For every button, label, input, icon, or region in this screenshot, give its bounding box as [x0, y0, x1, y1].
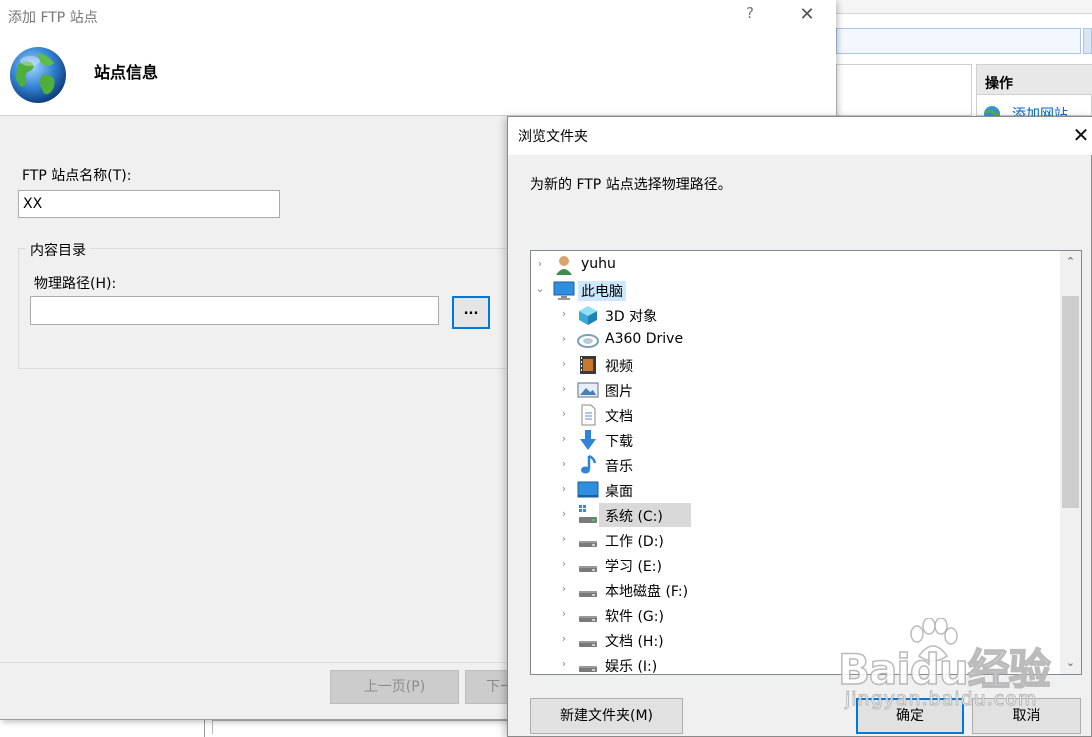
tree-item-label: 视频 — [605, 359, 633, 375]
tree-item[interactable]: › 系统 (C:) — [531, 503, 1059, 527]
previous-page-button[interactable]: 上一页(P) — [330, 670, 459, 704]
chevron-right-icon[interactable]: › — [559, 331, 569, 347]
drive-icon — [577, 654, 599, 674]
tree-item-label: 学习 (E:) — [605, 559, 662, 575]
globe-icon — [8, 45, 68, 105]
wizard-header — [0, 0, 836, 116]
drive-icon — [577, 629, 599, 651]
tree-item-label: 文档 (H:) — [605, 634, 664, 650]
tree-item-label: 下载 — [605, 434, 633, 450]
tree-item-label: 软件 (G:) — [605, 609, 664, 625]
drive-icon — [577, 604, 599, 626]
tree-item[interactable]: › 下载 — [531, 428, 1059, 452]
a360-drive-icon — [577, 329, 599, 351]
chevron-right-icon[interactable]: › — [559, 581, 569, 597]
chevron-right-icon[interactable]: › — [559, 531, 569, 547]
tree-item[interactable]: › 学习 (E:) — [531, 553, 1059, 577]
tree-item-label: 图片 — [605, 384, 633, 400]
chevron-right-icon[interactable]: › — [559, 306, 569, 322]
chevron-down-icon[interactable]: ⌄ — [535, 281, 545, 297]
tree-item[interactable]: › A360 Drive — [531, 328, 1059, 352]
tree-item-label: 本地磁盘 (F:) — [605, 584, 689, 600]
tree-item-label: A360 Drive — [605, 331, 684, 347]
tree-item-label: 3D 对象 — [605, 309, 658, 325]
user-folder-icon — [553, 254, 575, 276]
tree-item[interactable]: › 3D 对象 — [531, 303, 1059, 327]
videos-icon — [577, 354, 599, 376]
actions-pane-header: 操作 — [977, 65, 1092, 95]
this-pc-icon — [553, 279, 575, 301]
step-heading: 站点信息 — [94, 63, 159, 82]
tree-item[interactable]: › 文档 — [531, 403, 1059, 427]
browse-dialog-titlebar — [508, 117, 1092, 155]
site-name-label: FTP 站点名称(T): — [22, 168, 132, 184]
add-site-link[interactable]: 添加网站 — [1012, 104, 1068, 116]
add-site-icon — [983, 105, 1001, 116]
chevron-right-icon[interactable]: › — [559, 481, 569, 497]
content-directory-title: 内容目录 — [26, 240, 90, 260]
tree-item[interactable]: › yuhu — [531, 253, 1059, 277]
chevron-right-icon[interactable]: › — [559, 506, 569, 522]
downloads-icon — [577, 429, 599, 451]
scroll-up-arrow-icon[interactable]: ⌃ — [1060, 253, 1081, 271]
iis-toolbar-strip — [836, 0, 1092, 14]
tree-item[interactable]: › 桌面 — [531, 478, 1059, 502]
tree-item-label: 文档 — [605, 409, 633, 425]
tree-item-label: yuhu — [581, 256, 616, 272]
chevron-right-icon[interactable]: › — [559, 556, 569, 572]
chevron-right-icon[interactable]: › — [559, 356, 569, 372]
system-drive-icon — [577, 504, 599, 526]
physical-path-label: 物理路径(H): — [34, 276, 117, 292]
chevron-right-icon[interactable]: › — [559, 456, 569, 472]
scrollbar-thumb[interactable] — [1062, 296, 1079, 508]
iis-bottom-panel — [212, 720, 508, 734]
browse-path-button[interactable]: ... — [452, 296, 490, 329]
scroll-down-arrow-icon[interactable]: ⌄ — [1060, 654, 1081, 672]
tree-item[interactable]: ⌄ 此电脑 — [531, 278, 1059, 302]
drive-icon — [577, 529, 599, 551]
chevron-right-icon[interactable]: › — [559, 431, 569, 447]
tree-item-label: 系统 (C:) — [605, 509, 663, 525]
tree-item[interactable]: › 视频 — [531, 353, 1059, 377]
watermark-url: jingyan.baidu.com — [844, 688, 1038, 711]
tree-item-label: 工作 (D:) — [605, 534, 664, 550]
tree-item[interactable]: › 音乐 — [531, 453, 1059, 477]
iis-address-go-button[interactable] — [1083, 28, 1092, 54]
tree-item-label: 桌面 — [605, 484, 633, 500]
chevron-right-icon[interactable]: › — [535, 256, 545, 272]
browse-dialog-title: 浏览文件夹 — [518, 129, 588, 145]
tree-item-label: 娱乐 (I:) — [605, 659, 658, 675]
pictures-icon — [577, 379, 599, 401]
iis-content-pane — [836, 64, 972, 116]
documents-icon — [577, 404, 599, 426]
desktop-icon — [577, 479, 599, 501]
browse-description: 为新的 FTP 站点选择物理路径。 — [530, 177, 732, 193]
iis-address-bar[interactable] — [836, 28, 1081, 54]
drive-icon — [577, 579, 599, 601]
help-button[interactable]: ? — [740, 4, 760, 26]
physical-path-input[interactable] — [30, 296, 439, 325]
site-name-input[interactable] — [18, 190, 280, 218]
browse-close-button[interactable]: ✕ — [1070, 122, 1092, 148]
chevron-right-icon[interactable]: › — [559, 606, 569, 622]
3d-objects-icon — [577, 304, 599, 326]
new-folder-button[interactable]: 新建文件夹(M) — [530, 698, 683, 734]
dialog-title: 添加 FTP 站点 — [8, 10, 98, 26]
tree-item[interactable]: › 图片 — [531, 378, 1059, 402]
folder-tree[interactable]: › yuhu ⌄ 此电脑 › 3D 对象 › A360 Drive › 视频 › 图片 › 文档 › 下载 › 音… — [530, 250, 1082, 675]
drive-icon — [577, 554, 599, 576]
chevron-right-icon[interactable]: › — [559, 656, 569, 672]
tree-item-label: 此电脑 — [578, 281, 626, 301]
tree-item-label: 音乐 — [605, 459, 633, 475]
close-button[interactable]: ✕ — [796, 4, 818, 26]
music-icon — [577, 454, 599, 476]
chevron-right-icon[interactable]: › — [559, 381, 569, 397]
tree-item[interactable]: › 软件 (G:) — [531, 603, 1059, 627]
chevron-right-icon[interactable]: › — [559, 631, 569, 647]
chevron-right-icon[interactable]: › — [559, 406, 569, 422]
tree-item[interactable]: › 工作 (D:) — [531, 528, 1059, 552]
tree-item[interactable]: › 本地磁盘 (F:) — [531, 578, 1059, 602]
